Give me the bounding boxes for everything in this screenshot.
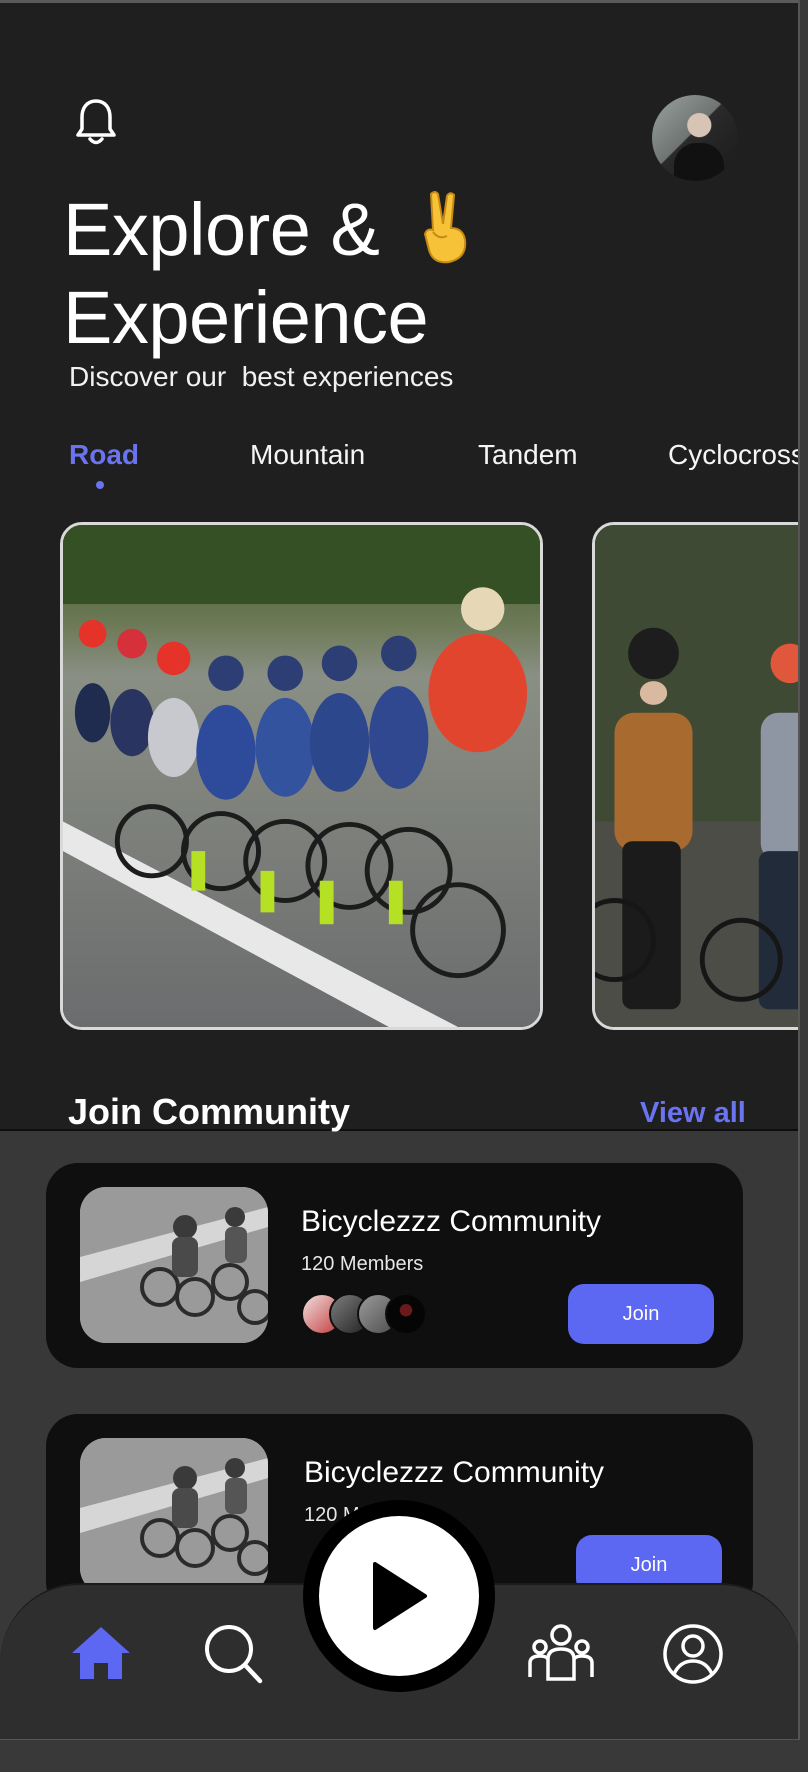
cyclists-bw-photo <box>80 1187 268 1343</box>
community-thumbnail <box>80 1438 268 1594</box>
view-all-link[interactable]: View all <box>640 1097 746 1130</box>
community-icon[interactable] <box>528 1621 594 1687</box>
app-screen: Explore & Experience Discover our best e… <box>0 0 800 1740</box>
subtitle: Discover our best experiences <box>69 361 454 392</box>
victory-hand-emoji <box>424 191 467 264</box>
member-count: 120 Members <box>301 1253 424 1275</box>
headline-line2: Experience <box>63 276 429 359</box>
play-icon <box>373 1562 427 1630</box>
play-button[interactable] <box>303 1500 495 1692</box>
featured-card-road[interactable] <box>60 522 543 1030</box>
member-avatars <box>301 1293 441 1335</box>
tab-cyclocross[interactable]: Cyclocross <box>668 439 798 471</box>
cyclists-bw-photo <box>80 1438 268 1594</box>
home-icon[interactable] <box>68 1621 134 1687</box>
mountain-cyclists-photo <box>595 525 798 1027</box>
community-card[interactable]: Bicyclezzz Community 120 Members Join <box>46 1163 743 1368</box>
community-name: Bicyclezzz Community <box>304 1456 605 1489</box>
category-tabs: Road Mountain Tandem Cyclocross <box>0 439 798 489</box>
page-title: Explore & Experience <box>63 186 623 362</box>
bell-icon[interactable] <box>74 97 118 147</box>
community-section-title: Join Community <box>68 1091 351 1132</box>
active-tab-indicator <box>96 481 104 489</box>
search-icon[interactable] <box>200 1621 266 1687</box>
road-cycling-photo <box>63 525 540 1027</box>
tab-mountain[interactable]: Mountain <box>250 439 365 471</box>
community-name: Bicyclezzz Community <box>301 1205 602 1238</box>
member-avatar <box>385 1293 427 1335</box>
headline-line1: Explore & <box>63 188 380 271</box>
tab-road[interactable]: Road <box>69 439 139 471</box>
featured-card-mountain[interactable] <box>592 522 798 1030</box>
avatar-figure <box>674 143 724 181</box>
play-button-inner <box>319 1516 479 1676</box>
avatar[interactable] <box>652 95 738 181</box>
join-button[interactable]: Join <box>568 1284 714 1344</box>
profile-icon[interactable] <box>660 1621 726 1687</box>
tab-tandem[interactable]: Tandem <box>478 439 578 471</box>
explore-section: Explore & Experience Discover our best e… <box>0 0 798 1132</box>
community-thumbnail <box>80 1187 268 1343</box>
